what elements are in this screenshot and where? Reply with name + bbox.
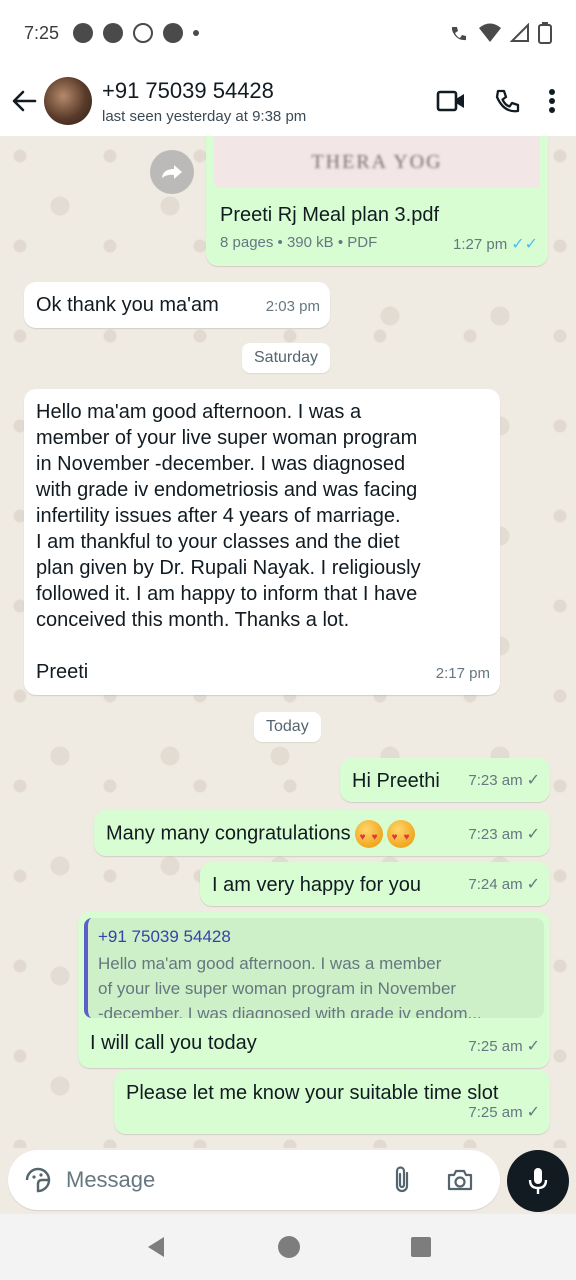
quoted-sender: +91 75039 54428	[98, 927, 231, 946]
message-time: 7:25 am	[468, 1038, 523, 1055]
message-meta: 2:03 pm	[266, 294, 320, 320]
microphone-icon	[528, 1168, 548, 1194]
message-text: I will call you today	[90, 1032, 257, 1054]
message-time: 7:24 am	[468, 876, 523, 893]
voice-message-button[interactable]	[507, 1150, 569, 1212]
camera-icon[interactable]	[446, 1168, 474, 1192]
system-icons	[448, 22, 552, 44]
message-meta: 7:25 am ✓	[468, 1034, 540, 1060]
outgoing-message[interactable]: Hi Preethi 7:23 am ✓	[340, 758, 550, 802]
status-time: 7:25	[24, 22, 60, 43]
incoming-message[interactable]: Hello ma'am good afternoon. I was a memb…	[24, 389, 500, 695]
outgoing-message[interactable]: Please let me know your suitable time sl…	[114, 1070, 550, 1134]
battery-icon	[538, 22, 552, 44]
last-seen-status: last seen yesterday at 9:38 pm	[102, 107, 307, 125]
message-line: plan given by Dr. Rupali Nayak. I religi…	[36, 557, 421, 579]
message-time: 2:17 pm	[435, 665, 490, 682]
date-divider: Saturday	[242, 343, 331, 373]
chat-area[interactable]: THERA YOG Preeti Rj Meal plan 3.pdf 8 pa…	[0, 136, 576, 1148]
more-notifications-dot	[193, 30, 200, 36]
delivered-tick-icon: ✓	[526, 1104, 540, 1121]
message-placeholder: Message	[66, 1167, 156, 1192]
back-arrow-icon	[12, 90, 37, 112]
signal-icon	[510, 23, 529, 42]
message-time: 7:23 am	[468, 772, 523, 789]
nav-recents-icon[interactable]	[410, 1236, 432, 1258]
chat-header: +91 75039 54428 last seen yesterday at 9…	[0, 66, 576, 136]
message-meta: 1:27 pm ✓✓	[453, 232, 538, 258]
message-meta: 7:23 am ✓	[468, 768, 540, 794]
outgoing-reply-message[interactable]: +91 75039 54428 Hello ma'am good afterno…	[78, 912, 550, 1068]
missed-call-icon	[133, 23, 154, 43]
contact-name: +91 75039 54428	[102, 77, 274, 103]
message-meta: 7:25 am ✓	[468, 1100, 540, 1126]
quoted-line: Hello ma'am good afternoon. I was a memb…	[98, 954, 442, 973]
heart-eyes-emoji-icon	[354, 820, 383, 851]
delivered-tick-icon: ✓	[526, 1038, 540, 1055]
message-text: I am very happy for you	[212, 874, 421, 896]
delivered-tick-icon: ✓	[526, 876, 540, 893]
chat-notification-icon	[73, 23, 94, 43]
message-meta: 7:24 am ✓	[468, 872, 540, 898]
message-input[interactable]: Message	[8, 1150, 500, 1210]
sticker-icon[interactable]	[24, 1166, 52, 1194]
more-options-icon[interactable]	[548, 88, 556, 114]
nav-back-icon[interactable]	[144, 1235, 168, 1259]
message-line: Preeti	[36, 661, 89, 683]
message-text: Ok thank you ma'am	[36, 294, 219, 316]
message-line: followed it. I am happy to inform that I…	[36, 583, 418, 605]
system-navigation-bar	[0, 1214, 576, 1280]
status-bar: 7:25	[0, 0, 576, 66]
message-time: 7:25 am	[468, 1104, 523, 1121]
outgoing-message[interactable]: I am very happy for you 7:24 am ✓	[200, 862, 550, 906]
message-line: with grade iv endometriosis and was faci…	[36, 479, 418, 501]
message-line: conceived this month. Thanks a lot.	[36, 609, 350, 631]
heart-eyes-emoji-icon	[386, 820, 415, 851]
whatsapp-icon	[163, 23, 184, 43]
message-line: I am thankful to your classes and the di…	[36, 531, 400, 553]
message-line: Hello ma'am good afternoon. I was a	[36, 401, 362, 423]
pdf-filename: Preeti Rj Meal plan 3.pdf	[220, 204, 440, 226]
quoted-message[interactable]: +91 75039 54428 Hello ma'am good afterno…	[84, 918, 544, 1018]
delivered-tick-icon: ✓	[526, 772, 540, 789]
notification-icons	[73, 23, 200, 43]
video-call-icon[interactable]	[436, 89, 466, 113]
back-button[interactable]	[4, 88, 44, 114]
incoming-message[interactable]: Ok thank you ma'am 2:03 pm	[24, 282, 330, 328]
message-line	[36, 633, 488, 659]
message-notification-icon	[103, 23, 124, 43]
message-meta: 2:17 pm	[436, 661, 490, 687]
message-line: member of your live super woman program	[36, 427, 418, 449]
attach-icon[interactable]	[392, 1165, 412, 1195]
document-message[interactable]: THERA YOG Preeti Rj Meal plan 3.pdf 8 pa…	[206, 136, 548, 266]
pdf-thumbnail[interactable]: THERA YOG	[214, 136, 540, 188]
voice-call-icon[interactable]	[494, 88, 520, 114]
read-receipt-icon: ✓✓	[511, 236, 538, 253]
delivered-tick-icon: ✓	[526, 826, 540, 843]
message-text: Please let me know your suitable time sl…	[126, 1082, 499, 1104]
date-divider: Today	[254, 712, 321, 742]
message-text: Many many congratulations	[106, 822, 351, 845]
quoted-line: -december. I was diagnosed with grade iv…	[98, 1004, 482, 1018]
message-line: infertility issues after 4 years of marr…	[36, 505, 401, 527]
contact-info[interactable]: +91 75039 54428 last seen yesterday at 9…	[102, 78, 436, 125]
forward-icon	[162, 165, 182, 179]
composer: Message	[0, 1148, 576, 1214]
wifi-call-icon	[452, 27, 466, 41]
forward-button[interactable]	[150, 150, 194, 194]
wifi-icon	[479, 23, 501, 42]
message-meta: 7:23 am ✓	[468, 822, 540, 848]
message-time: 7:23 am	[468, 826, 523, 843]
quoted-line: of your live super woman program in Nove…	[98, 979, 457, 998]
outgoing-message[interactable]: Many many congratulations 7:23 am ✓	[94, 810, 550, 856]
message-text: Hi Preethi	[352, 770, 440, 792]
contact-avatar[interactable]	[44, 77, 92, 125]
pdf-info: 8 pages • 390 kB • PDF	[220, 234, 378, 251]
message-line: in November -december. I was diagnosed	[36, 453, 406, 475]
nav-home-icon[interactable]	[277, 1235, 301, 1259]
message-time: 2:03 pm	[265, 298, 320, 315]
message-time: 1:27 pm	[452, 236, 508, 253]
